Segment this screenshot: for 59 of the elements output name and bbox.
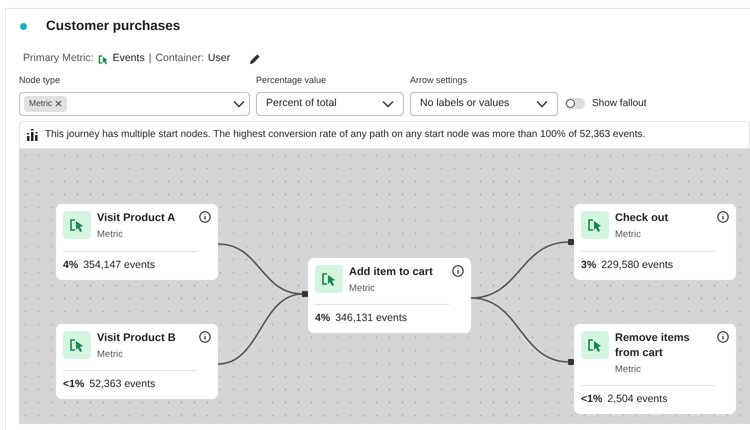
node-count: 2,504 events	[607, 392, 668, 407]
info-icon[interactable]	[199, 330, 211, 342]
dropdown[interactable]: No labels or values	[410, 92, 558, 116]
toggle-switch[interactable]	[565, 98, 585, 109]
metric-icon	[63, 210, 91, 238]
node-type: Metric	[349, 282, 376, 296]
node-title: Remove items from cart	[615, 330, 691, 360]
node-type: Metric	[615, 228, 642, 242]
metric-label: Primary Metric:	[23, 51, 94, 66]
node-title: Visit Product A	[97, 210, 176, 226]
status-dot-icon	[20, 22, 27, 30]
node-type-select[interactable]: Metric	[19, 92, 250, 116]
panel-title: Customer purchases	[46, 16, 180, 35]
node-percent: <1%	[581, 392, 602, 407]
toggle-label: Show fallout	[592, 97, 646, 111]
metric-value: Events	[112, 51, 145, 66]
container-value: User	[208, 51, 230, 66]
node-percent: 4%	[63, 258, 78, 273]
node-type: Metric	[615, 362, 642, 376]
separator: |	[148, 51, 152, 66]
notice-text: This journey has multiple start nodes. The highest conversion rate of any path on any start node was more than 100% of 52,363 events.	[45, 128, 646, 142]
metric-icon	[315, 264, 343, 292]
chevron-icon	[536, 100, 548, 108]
info-icon[interactable]	[199, 210, 211, 222]
node-count: 229,580 events	[601, 258, 673, 273]
metric-icon	[98, 54, 109, 64]
dropdown[interactable]: Percent of total	[256, 92, 404, 116]
edit-icon[interactable]	[248, 52, 262, 66]
journey-icon	[27, 128, 38, 140]
info-icon[interactable]	[452, 264, 464, 276]
journey-node[interactable]: Check out Metric 3% 229,580 events	[574, 204, 736, 280]
journey-node[interactable]: Visit Product A Metric 4% 354,147 events	[56, 204, 218, 280]
node-title: Add item to cart	[349, 264, 434, 280]
node-percent: 3%	[581, 258, 596, 273]
node-type: Metric	[97, 228, 124, 242]
node-type: Metric	[97, 348, 124, 362]
metric-icon	[581, 210, 609, 238]
filter-label: Percentage value	[256, 74, 328, 87]
tag: Metric	[24, 96, 68, 112]
info-icon[interactable]	[717, 210, 729, 222]
node-percent: 4%	[315, 310, 330, 326]
journey-node[interactable]: Remove items from cart Metric <1% 2,504 events	[574, 324, 736, 414]
chevron-icon	[382, 100, 394, 108]
node-count: 354,147 events	[83, 258, 155, 273]
filter-label: Arrow settings	[410, 74, 468, 87]
metric-icon	[63, 330, 91, 358]
node-percent: <1%	[63, 376, 84, 392]
journey-node[interactable]: Add item to cart Metric 4% 346,131 events	[308, 258, 471, 332]
node-count: 346,131 events	[335, 310, 407, 326]
node-title: Visit Product B	[97, 330, 177, 346]
node-title: Check out	[615, 210, 670, 226]
node-count: 52,363 events	[89, 376, 156, 392]
remove-icon[interactable]	[55, 100, 62, 107]
info-icon[interactable]	[717, 330, 729, 342]
container-label: Container:	[155, 51, 204, 66]
metric-icon	[581, 330, 609, 358]
chevron-icon	[233, 100, 245, 108]
filter-label: Node type	[19, 74, 62, 87]
journey-node[interactable]: Visit Product B Metric <1% 52,363 events	[56, 324, 218, 398]
